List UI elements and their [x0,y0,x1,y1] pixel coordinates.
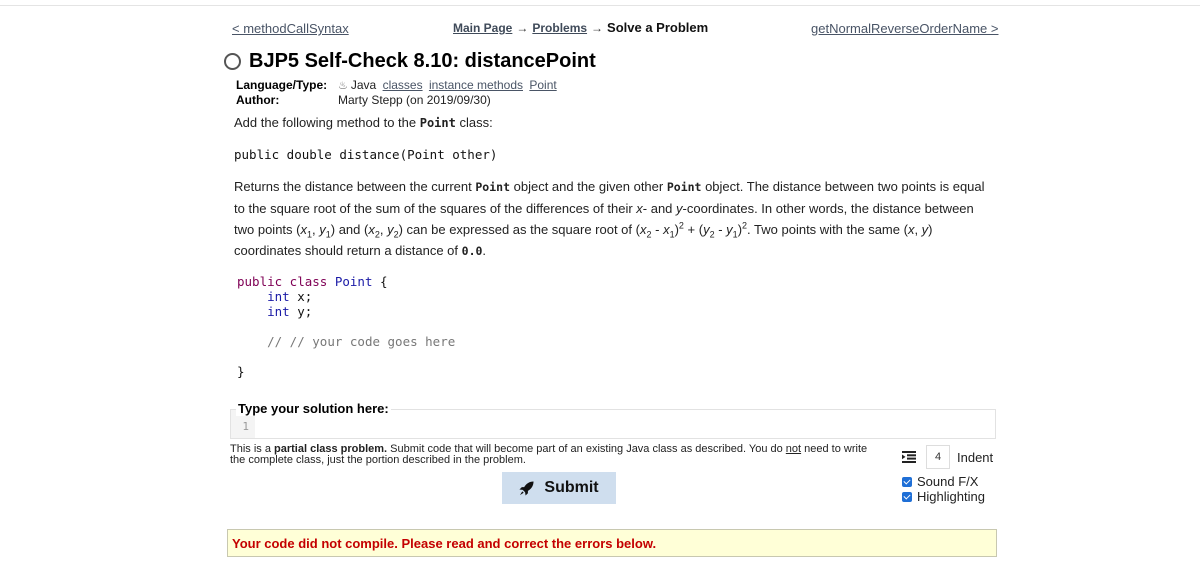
author-label: Author: [236,93,280,107]
code-comment: // // your code goes here [267,334,456,349]
submit-label: Submit [544,479,599,496]
code-template: public class Point { int x; int y; // //… [237,274,455,379]
navigation-bar: < methodCallSyntax Main Page → Problems → So… [0,19,1200,37]
language-type-label: Language/Type: [236,78,328,92]
problem-title: BJP5 Self-Check 8.10: distancePoint [249,50,596,72]
breadcrumb-arrow: → [516,21,529,35]
sound-fx-option[interactable]: Sound F/X [902,474,985,489]
sound-fx-checkbox[interactable] [902,476,912,487]
code-type: int [267,289,290,304]
indent-icon[interactable] [900,448,918,466]
code-keyword: public class [237,274,328,289]
prev-problem-link[interactable]: < methodCallSyntax [232,21,349,36]
breadcrumb-main-page[interactable]: Main Page [453,21,512,35]
submit-button[interactable]: Submit [502,472,616,504]
breadcrumb-current: Solve a Problem [607,20,709,35]
code-type: int [267,304,290,319]
author-value: Marty Stepp (on 2019/09/30) [338,93,491,107]
code-field: y; [297,304,313,319]
intro-text-part: Add the following method to the [234,115,420,130]
top-divider [0,5,1200,6]
option-label: Sound F/X [917,474,979,489]
compile-error-banner: Your code did not compile. Please read a… [227,529,997,557]
java-cup-icon: ♨ [338,80,348,92]
method-signature: public double distance(Point other) [234,147,498,162]
language-value: Java [350,78,377,92]
solution-legend: Type your solution here: [236,401,391,416]
highlighting-option[interactable]: Highlighting [902,489,985,504]
option-label: Highlighting [917,489,985,504]
tag-link[interactable]: classes [383,78,423,92]
inline-code: Point [475,180,510,194]
page-title: BJP5 Self-Check 8.10: distancePoint [224,50,596,73]
code-brace: { [380,274,388,289]
problem-meta: Language/Type: ♨ Java classes instance me… [236,78,557,107]
highlighting-checkbox[interactable] [902,491,912,502]
indent-size-input[interactable]: 4 [926,445,950,469]
inline-code: Point [666,180,702,194]
status-circle-icon [224,53,241,70]
intro-text-part: class: [455,115,493,130]
intro-text: Add the following method to the Point cl… [234,115,493,130]
rocket-icon [519,480,534,496]
problem-description: Returns the distance between the current… [234,179,985,258]
breadcrumb-problems[interactable]: Problems [532,21,587,35]
next-problem-link[interactable]: getNormalReverseOrderName > [811,21,998,36]
breadcrumb-arrow: → [591,21,604,35]
partial-class-note: This is a partial class problem. Submit … [230,443,868,466]
editor-options: Sound F/X Highlighting [902,474,985,504]
inline-code: 0.0 [461,244,483,258]
indent-label: Indent [957,449,994,465]
indent-controls: 4 Indent [900,445,993,469]
breadcrumb: Main Page → Problems → Solve a Problem [453,20,708,35]
code-class-name: Point [334,274,373,289]
inline-code: Point [419,116,456,130]
code-field: x; [297,289,313,304]
error-message: Your code did not compile. Please read a… [232,536,657,551]
tag-link[interactable]: instance methods [429,78,523,92]
tag-link[interactable]: Point [529,78,556,92]
code-brace: } [237,364,245,379]
